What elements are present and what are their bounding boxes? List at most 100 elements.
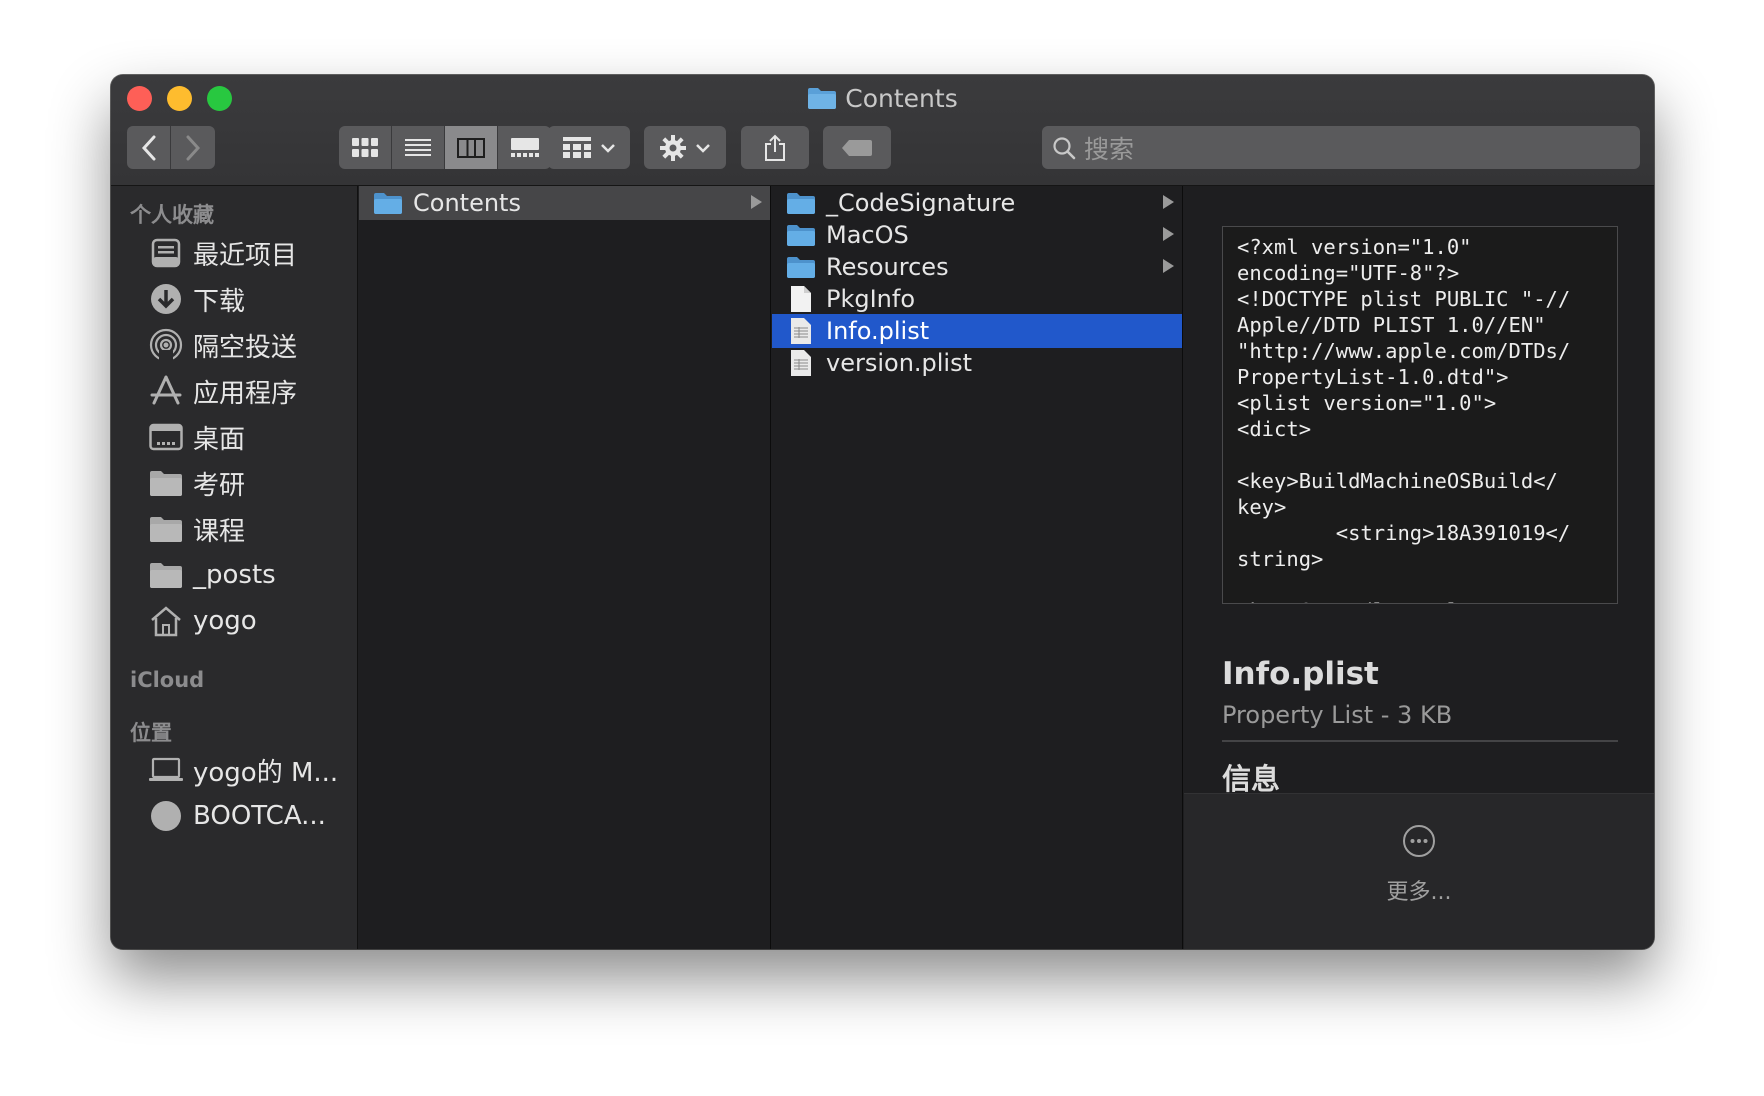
- item-label: Resources: [826, 253, 949, 281]
- icon-view-button[interactable]: [339, 126, 392, 169]
- icloud-header: iCloud: [130, 668, 205, 692]
- columns-icon: [457, 137, 485, 158]
- action-menu-button[interactable]: [644, 126, 726, 169]
- sidebar-item-home[interactable]: yogo: [147, 599, 257, 643]
- folder-icon: [807, 86, 837, 118]
- search-icon: [1053, 136, 1076, 159]
- gallery-view-button[interactable]: [498, 126, 551, 169]
- finder-window: Contents 搜索 个人收藏 最近项目 下载 隔空投送 应用程序 桌面 考研…: [111, 75, 1654, 949]
- group-by-button[interactable]: [548, 126, 630, 169]
- item-label: Contents: [413, 189, 521, 217]
- sidebar-item-posts[interactable]: _posts: [147, 553, 276, 597]
- folder-icon: [373, 189, 403, 217]
- back-button[interactable]: [127, 126, 171, 169]
- folder-icon: [786, 253, 816, 281]
- plist-file-icon: [786, 317, 816, 345]
- chevron-left-icon: [141, 135, 155, 160]
- file-preview: <?xml version="1.0" encoding="UTF-8"?> <…: [1222, 226, 1618, 604]
- disclosure-arrow-icon: [1163, 259, 1174, 273]
- item-label: _CodeSignature: [826, 189, 1016, 217]
- sidebar-item-bootcamp[interactable]: BOOTCA...: [147, 794, 326, 838]
- preview-file-kind: Property List - 3 KB: [1222, 701, 1453, 729]
- list-item[interactable]: MacOS: [772, 218, 1182, 252]
- column-view-button[interactable]: [445, 126, 498, 169]
- list-icon: [405, 138, 431, 156]
- more-icon: [1403, 825, 1435, 857]
- recents-icon: [147, 234, 185, 272]
- more-label[interactable]: 更多...: [1184, 874, 1654, 906]
- locations-header: 位置: [130, 721, 172, 745]
- plist-content: <?xml version="1.0" encoding="UTF-8"?> <…: [1237, 235, 1571, 603]
- more-actions-bar: 更多...: [1184, 793, 1654, 949]
- item-label: MacOS: [826, 221, 909, 249]
- chevron-right-icon: [186, 135, 201, 160]
- list-item[interactable]: Contents: [359, 186, 770, 220]
- folder-icon: [147, 556, 185, 594]
- search-field[interactable]: 搜索: [1042, 126, 1640, 169]
- chevron-down-icon: [601, 143, 615, 153]
- list-item[interactable]: _CodeSignature: [772, 186, 1182, 220]
- download-icon: [147, 280, 185, 318]
- list-item[interactable]: Resources: [772, 250, 1182, 284]
- more-button[interactable]: [1402, 824, 1436, 862]
- folder-icon: [147, 510, 185, 548]
- group-grid-icon: [563, 136, 591, 158]
- sidebar-item-kaoyan[interactable]: 考研: [147, 461, 245, 505]
- item-label: PkgInfo: [826, 285, 916, 313]
- toolbar: Contents 搜索: [111, 75, 1654, 186]
- sidebar-item-macbook[interactable]: yogo的 M...: [147, 748, 338, 792]
- tag-icon: [842, 139, 872, 156]
- sidebar-item-label: 最近项目: [193, 240, 298, 271]
- gear-icon: [660, 134, 686, 161]
- desktop-icon: [147, 418, 185, 456]
- share-icon: [765, 134, 785, 161]
- disclosure-arrow-icon: [1163, 227, 1174, 241]
- forward-button[interactable]: [171, 126, 215, 169]
- sidebar-item-applications[interactable]: 应用程序: [147, 369, 297, 413]
- plist-file-icon: [786, 349, 816, 377]
- window-title-text: Contents: [845, 84, 958, 113]
- sidebar-item-label: _posts: [193, 560, 276, 590]
- sidebar-item-label: 课程: [193, 516, 246, 547]
- gallery-icon: [510, 137, 539, 157]
- document-icon: [786, 285, 816, 313]
- tags-button[interactable]: [823, 126, 891, 169]
- airdrop-icon: [147, 326, 185, 364]
- preview-file-name: Info.plist: [1222, 656, 1379, 692]
- sidebar-item-desktop[interactable]: 桌面: [147, 415, 245, 459]
- list-item[interactable]: PkgInfo: [772, 282, 1182, 316]
- sidebar-item-label: yogo的 M...: [193, 757, 339, 788]
- window-title: Contents: [111, 83, 1654, 118]
- list-view-button[interactable]: [392, 126, 445, 169]
- sidebar-item-label: 桌面: [193, 424, 246, 455]
- browser-column-2: _CodeSignature MacOS Resources PkgInfo I…: [772, 186, 1183, 949]
- disclosure-arrow-icon: [1163, 195, 1174, 209]
- sidebar-item-label: 隔空投送: [193, 332, 298, 363]
- applications-icon: [147, 372, 185, 410]
- list-item-selected[interactable]: Info.plist: [772, 314, 1182, 348]
- grid-icon: [352, 137, 378, 157]
- share-button[interactable]: [741, 126, 809, 169]
- folder-icon: [147, 464, 185, 502]
- favorites-header: 个人收藏: [130, 203, 214, 227]
- sidebar-item-label: 下载: [193, 286, 246, 317]
- sidebar-item-recents[interactable]: 最近项目: [147, 231, 297, 275]
- chevron-down-icon: [696, 143, 710, 153]
- browser-column-1: Contents: [359, 186, 771, 949]
- sidebar-item-airdrop[interactable]: 隔空投送: [147, 323, 297, 367]
- sidebar: 个人收藏 最近项目 下载 隔空投送 应用程序 桌面 考研 课程 _posts y…: [111, 186, 358, 949]
- info-header: 信息: [1222, 762, 1281, 796]
- view-mode-control: [339, 126, 551, 169]
- sidebar-item-label: 应用程序: [193, 378, 298, 409]
- preview-pane: <?xml version="1.0" encoding="UTF-8"?> <…: [1184, 186, 1654, 949]
- home-icon: [147, 602, 185, 640]
- item-label: version.plist: [826, 349, 973, 377]
- item-label: Info.plist: [826, 317, 930, 345]
- list-item[interactable]: version.plist: [772, 346, 1182, 380]
- sidebar-item-courses[interactable]: 课程: [147, 507, 245, 551]
- folder-icon: [786, 221, 816, 249]
- sidebar-item-downloads[interactable]: 下载: [147, 277, 245, 321]
- nav-buttons: [127, 126, 215, 169]
- disk-icon: [147, 797, 185, 835]
- search-placeholder: 搜索: [1084, 134, 1135, 164]
